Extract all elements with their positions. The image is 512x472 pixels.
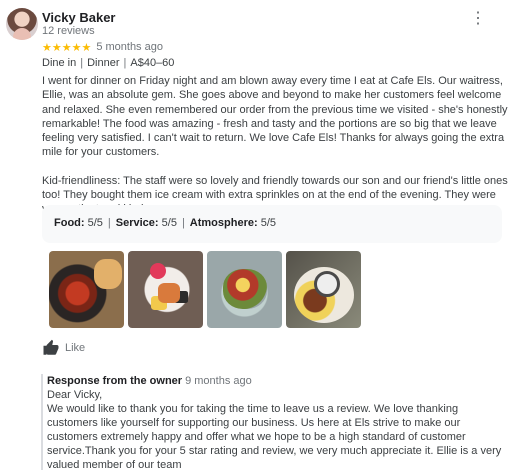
owner-response-header: Response from the owner 9 months ago <box>47 374 511 388</box>
attr-value-service: 5/5 <box>161 217 177 229</box>
owner-response-greeting: Dear Vicky, <box>47 389 103 401</box>
owner-response-text: We would like to thank you for taking th… <box>47 403 502 471</box>
avatar[interactable] <box>6 8 38 40</box>
separator: | <box>80 57 84 69</box>
thumbs-up-icon <box>43 339 59 355</box>
review-photos <box>49 251 361 328</box>
reviewer-name[interactable]: Vicky Baker <box>42 10 116 25</box>
attr-value-atmosphere: 5/5 <box>260 217 276 229</box>
review-header: Vicky Baker 12 reviews ⋮ <box>6 7 506 41</box>
attr-label-food: Food: <box>54 217 85 229</box>
review-photo[interactable] <box>286 251 361 328</box>
meta-meal: Dinner <box>87 57 120 69</box>
owner-response-date: 9 months ago <box>185 375 252 387</box>
separator: | <box>123 57 127 69</box>
like-label: Like <box>65 342 86 354</box>
visit-details: Dine in | Dinner | A$40–60 <box>42 57 174 69</box>
owner-response: Response from the owner 9 months ago Dear… <box>41 374 511 471</box>
more-vert-icon[interactable]: ⋮ <box>470 11 486 32</box>
like-button[interactable]: Like <box>42 339 85 357</box>
star-rating: ★★★★★ <box>42 41 92 54</box>
review-paragraph: I went for dinner on Friday night and am… <box>42 75 508 159</box>
attr-label-service: Service: <box>115 217 159 229</box>
review-photo[interactable] <box>207 251 282 328</box>
separator: | <box>107 217 111 229</box>
review-photo[interactable] <box>128 251 203 328</box>
review-date: 5 months ago <box>96 41 163 53</box>
review-count: 12 reviews <box>42 25 95 37</box>
rating-row: ★★★★★ 5 months ago <box>42 40 163 54</box>
attr-label-atmosphere: Atmosphere: <box>189 217 258 229</box>
review-photo[interactable] <box>49 251 124 328</box>
meta-price: A$40–60 <box>130 57 175 69</box>
attr-value-food: 5/5 <box>87 217 103 229</box>
owner-response-title: Response from the owner <box>47 375 183 387</box>
meta-service: Dine in <box>42 57 77 69</box>
separator: | <box>181 217 185 229</box>
attribute-ratings: Food: 5/5 | Service: 5/5 | Atmosphere: 5/5 <box>42 205 502 243</box>
